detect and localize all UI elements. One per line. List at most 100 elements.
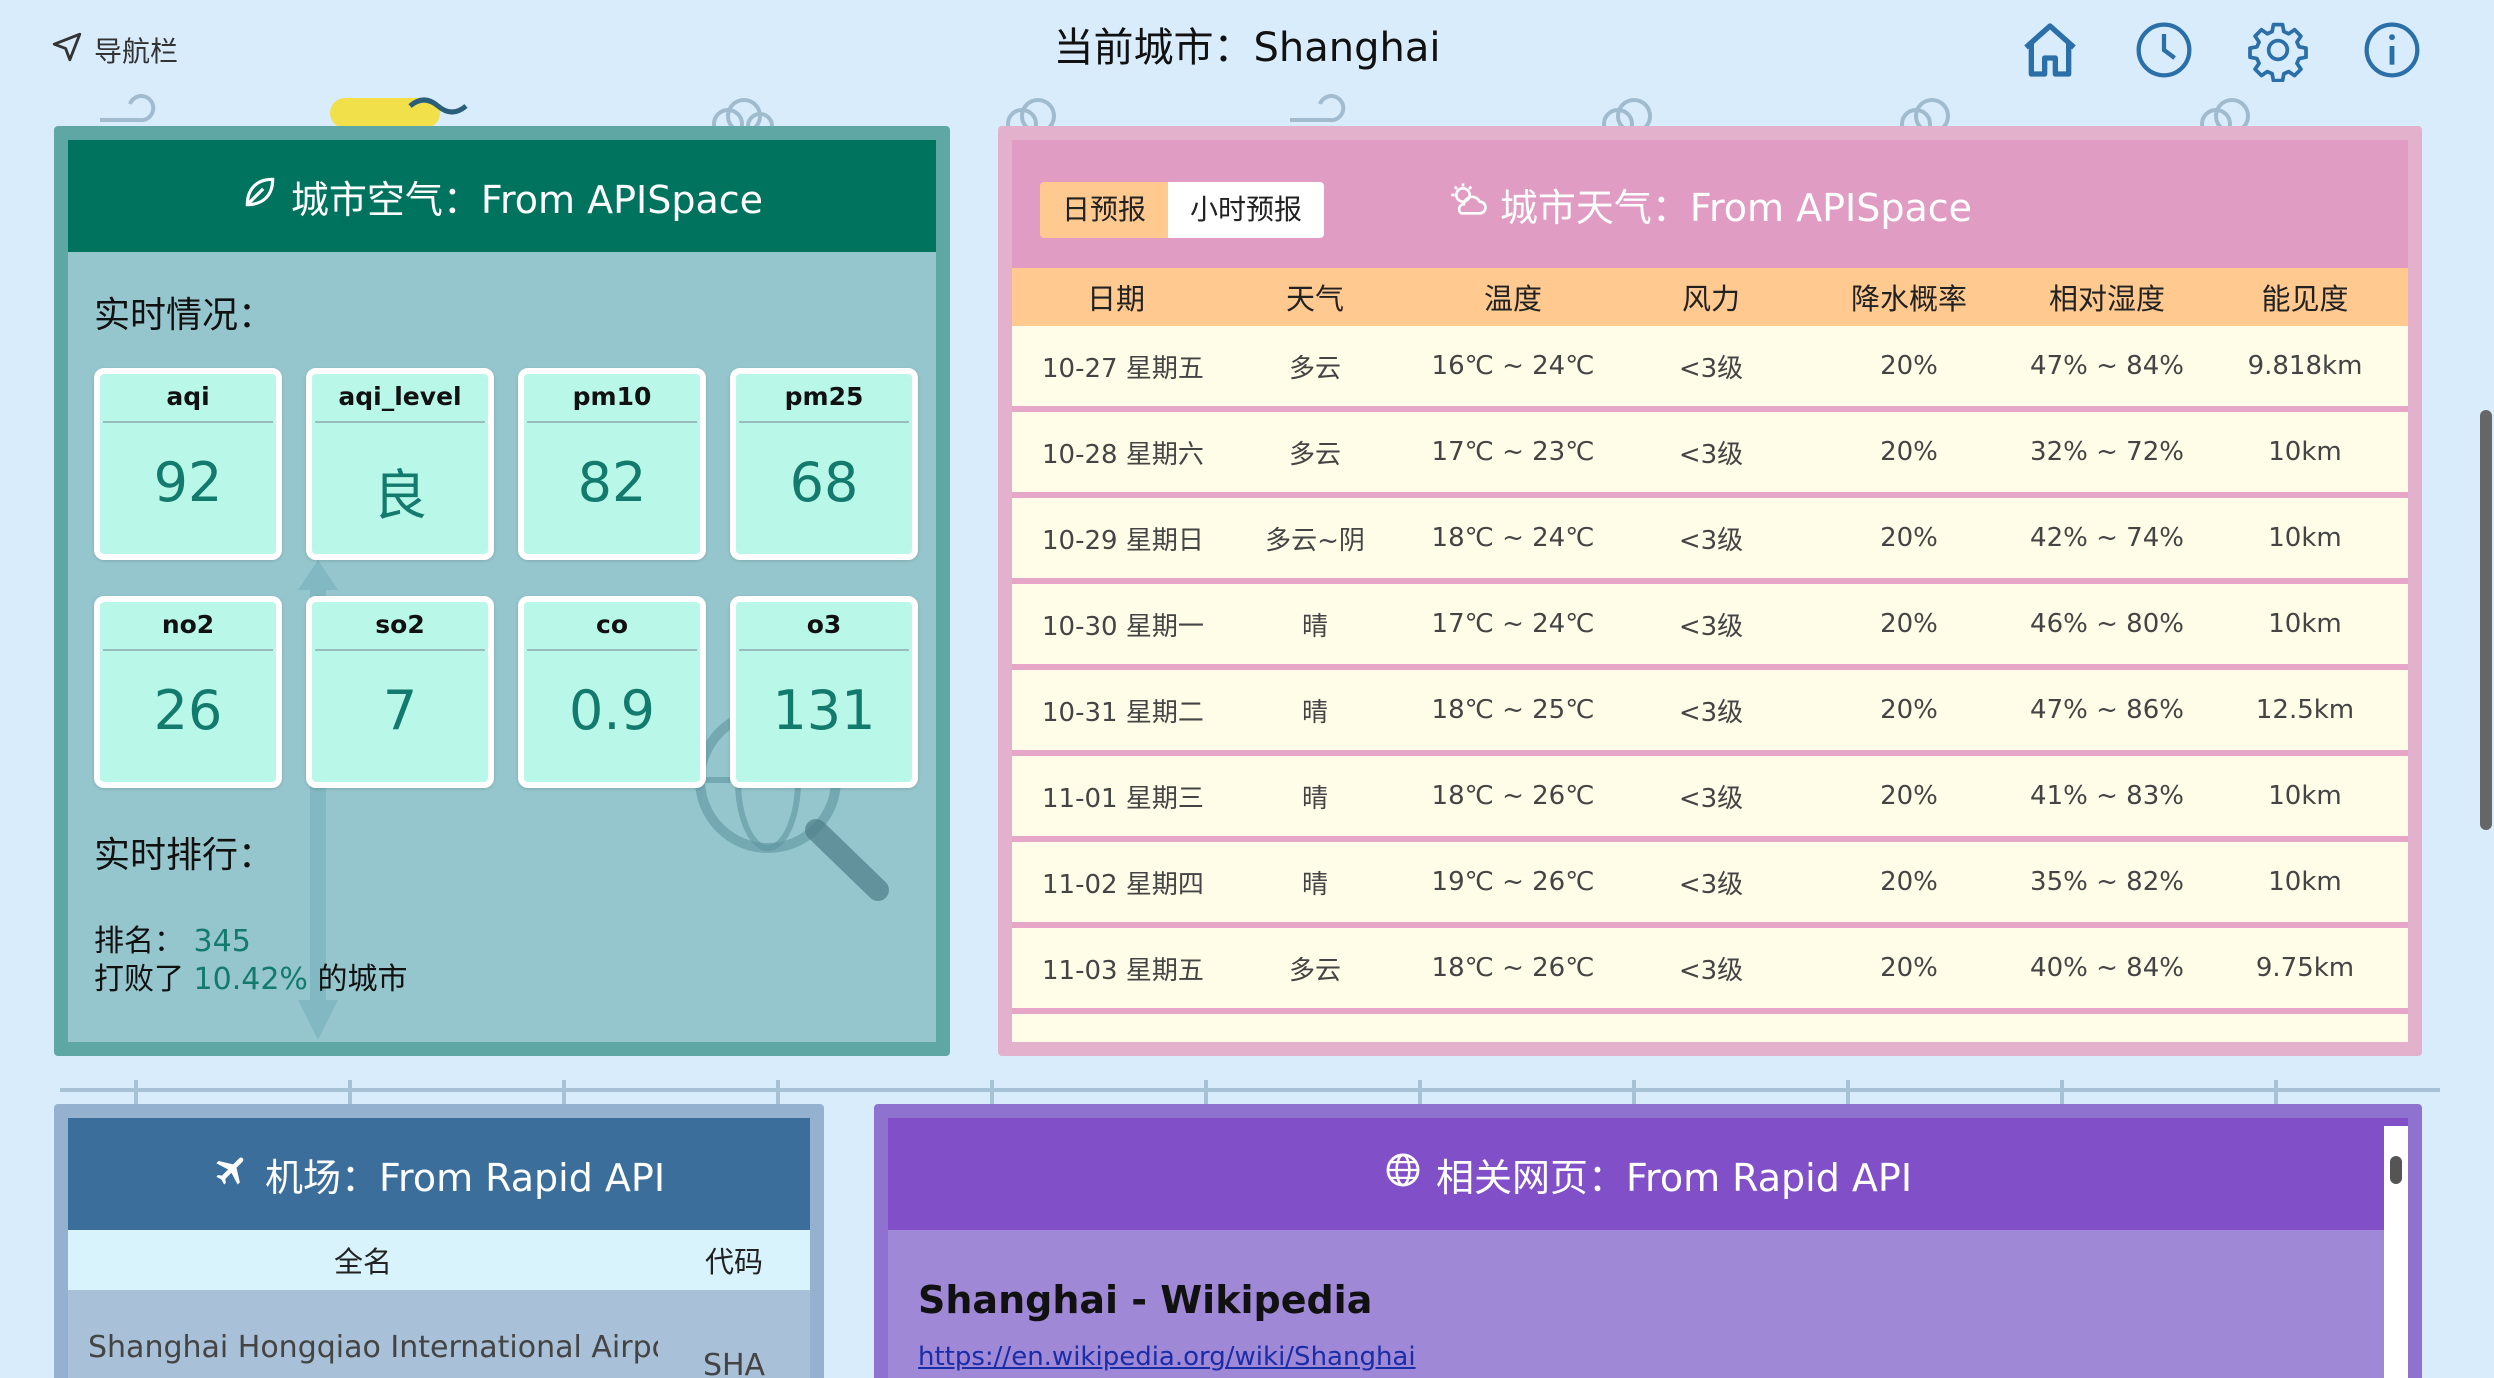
table-cell: 41% ~ 83%: [2030, 781, 2184, 811]
air-quality-panel: 城市空气：From APISpace 实时情况： aqi 92 aqi_leve…: [54, 126, 950, 1056]
scrollbar-thumb[interactable]: [2480, 410, 2492, 830]
table-row[interactable]: 11-04 星期六多云~阴19℃ ~ 25℃<3级20%55% ~ 95%9.6…: [1012, 1014, 2408, 1042]
column-header: 温度: [1483, 282, 1542, 316]
page-scrollbar[interactable]: [2476, 0, 2494, 1378]
airport-table-header: 全名 代码: [68, 1230, 810, 1290]
table-cell: 9.75km: [2255, 953, 2355, 983]
table-row[interactable]: 10-27 星期五 多云 16℃ ~ 24℃ <3级 20% 47% ~ 84% 9.818…: [1012, 326, 2408, 406]
table-cell: 11-02 星期四: [1042, 869, 1204, 900]
table-cell: <3级: [1616, 1036, 1806, 1043]
table-cell: 18℃ ~ 24℃: [1431, 523, 1595, 553]
metric-value: 68: [789, 451, 859, 514]
metric-tile-o3: o3 131: [730, 596, 918, 788]
page-result-title[interactable]: Shanghai - Wikipedia: [918, 1278, 1372, 1322]
metric-value: 7: [382, 679, 418, 742]
metric-value: 26: [153, 679, 223, 742]
table-cell: 47% ~ 86%: [2030, 695, 2184, 725]
table-cell: 10-31 星期二: [1042, 697, 1204, 728]
table-cell: 10-30 星期一: [1042, 611, 1204, 642]
top-bar: 导航栏 当前城市：Shanghai: [0, 0, 2494, 100]
table-cell: 16℃ ~ 24℃: [1431, 351, 1595, 381]
column-header: 代码: [704, 1245, 763, 1279]
ranking-label: 实时排行：: [94, 835, 275, 876]
table-row[interactable]: Shanghai Hongqiao International Airpor S…: [68, 1290, 810, 1378]
scrollbar-thumb[interactable]: [2390, 1156, 2402, 1184]
beat-line: 打败了 10.42% 的城市: [94, 954, 407, 998]
table-cell: 18℃ ~ 25℃: [1431, 695, 1595, 725]
metric-tile-aqi: aqi 92: [94, 368, 282, 560]
table-cell: 20%: [1880, 437, 1938, 467]
table-cell: 46% ~ 80%: [2030, 609, 2184, 639]
table-row[interactable]: 10-29 星期日 多云~阴 18℃ ~ 24℃ <3级 20% 42% ~ 74% 10k…: [1012, 498, 2408, 578]
table-row[interactable]: 10-28 星期六 多云 17℃ ~ 23℃ <3级 20% 32% ~ 72% 10km: [1012, 412, 2408, 492]
airplane-icon: [213, 1151, 251, 1198]
realtime-label: 实时情况：: [94, 295, 275, 336]
column-header: 降水概率: [1850, 282, 1967, 316]
table-row[interactable]: 10-31 星期二 晴 18℃ ~ 25℃ <3级 20% 47% ~ 86% 12.5km: [1012, 670, 2408, 750]
metric-label: o3: [739, 602, 909, 651]
table-cell: 20%: [1806, 1039, 2012, 1042]
metric-tile-pm10: pm10 82: [518, 368, 706, 560]
table-cell: 20%: [1880, 867, 1938, 897]
metric-tile-aqi-level: aqi_level 良: [306, 368, 494, 560]
column-header: 全名: [333, 1245, 392, 1279]
table-cell: 多云~阴: [1220, 1036, 1410, 1043]
table-cell: 10km: [2268, 781, 2342, 811]
table-cell: <3级: [1678, 439, 1744, 470]
pages-panel-header: 相关网页：From Rapid API: [888, 1118, 2408, 1230]
table-cell: 20%: [1880, 695, 1938, 725]
table-cell: 9.625km: [2202, 1039, 2408, 1042]
table-cell: 10km: [2268, 867, 2342, 897]
table-cell: 40% ~ 84%: [2030, 953, 2184, 983]
column-header: 风力: [1681, 282, 1740, 316]
clock-icon[interactable]: [2132, 18, 2196, 82]
info-icon[interactable]: [2360, 18, 2424, 82]
tab-daily[interactable]: 日预报: [1040, 182, 1169, 238]
table-row[interactable]: 10-30 星期一 晴 17℃ ~ 24℃ <3级 20% 46% ~ 80% 10km: [1012, 584, 2408, 664]
metric-label: co: [527, 602, 697, 651]
table-cell: 多云: [1288, 439, 1341, 470]
home-icon[interactable]: [2018, 18, 2082, 82]
table-cell: 19℃ ~ 25℃: [1410, 1039, 1616, 1042]
weather-panel: 日预报 小时预报 城市天气：From APISpace 日期 天气 温度 风力 …: [998, 126, 2422, 1056]
table-body[interactable]: 10-27 星期五 多云 16℃ ~ 24℃ <3级 20% 47% ~ 84% 9.818…: [1012, 326, 2408, 1042]
table-cell: 20%: [1880, 351, 1938, 381]
metric-label: pm10: [527, 374, 697, 423]
tab-hourly[interactable]: 小时预报: [1168, 182, 1325, 238]
table-cell: 10-27 星期五: [1042, 353, 1204, 384]
table-cell: <3级: [1678, 783, 1744, 814]
forecast-table: 日期 天气 温度 风力 降水概率 相对湿度 能见度 10-27 星期五 多云 16℃…: [1012, 268, 2408, 1042]
column-header: 天气: [1285, 282, 1344, 316]
table-header: 日期 天气 温度 风力 降水概率 相对湿度 能见度: [1012, 268, 2408, 326]
table-row[interactable]: 11-03 星期五 多云 18℃ ~ 26℃ <3级 20% 40% ~ 84% 9.75k…: [1012, 928, 2408, 1008]
metric-tile-co: co 0.9: [518, 596, 706, 788]
page-result-link[interactable]: https://en.wikipedia.org/wiki/Shanghai: [918, 1342, 1416, 1372]
table-cell: 12.5km: [2255, 695, 2355, 725]
metric-value: 82: [577, 451, 647, 514]
table-cell: 多云~阴: [1265, 525, 1365, 556]
beat-value: 10.42%: [193, 962, 308, 997]
airport-name: Shanghai Hongqiao International Airpor: [88, 1330, 658, 1365]
table-cell: 11-03 星期五: [1042, 955, 1204, 986]
table-cell: 10km: [2268, 523, 2342, 553]
weather-panel-title: 城市天气：From APISpace: [1499, 185, 1973, 230]
table-cell: 晴: [1301, 697, 1328, 728]
table-cell: 10km: [2268, 609, 2342, 639]
metric-grid: aqi 92 aqi_level 良 pm10 82 pm25 68 no2 2…: [94, 368, 944, 788]
table-row[interactable]: 11-02 星期四 晴 19℃ ~ 26℃ <3级 20% 35% ~ 82% 10km: [1012, 842, 2408, 922]
gear-icon[interactable]: [2246, 18, 2310, 83]
table-cell: <3级: [1678, 869, 1744, 900]
metric-value: 131: [772, 679, 876, 742]
table-cell: 20%: [1880, 781, 1938, 811]
table-cell: 晴: [1301, 611, 1328, 642]
metric-value: 92: [153, 451, 223, 514]
table-cell: 10-29 星期日: [1042, 525, 1204, 556]
table-cell: 晴: [1301, 783, 1328, 814]
table-cell: 11-01 星期三: [1042, 783, 1204, 814]
table-row[interactable]: 11-01 星期三 晴 18℃ ~ 26℃ <3级 20% 41% ~ 83% 10km: [1012, 756, 2408, 836]
metric-tile-pm25: pm25 68: [730, 368, 918, 560]
pages-scrollbar[interactable]: [2384, 1126, 2408, 1378]
airport-code: SHA: [702, 1348, 766, 1378]
table-cell: 32% ~ 72%: [2030, 437, 2184, 467]
metric-label: pm25: [739, 374, 909, 423]
